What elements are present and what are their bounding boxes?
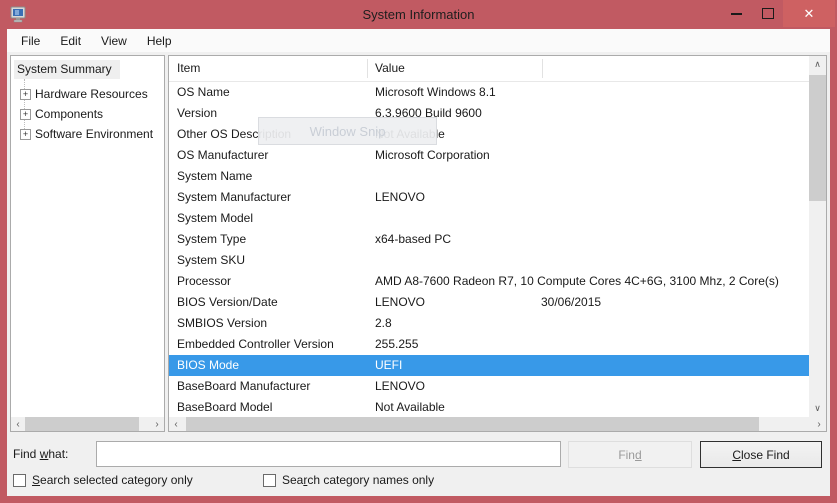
ghost-label: Window Snip <box>310 124 386 139</box>
table-row-selected[interactable]: BIOS ModeUEFI <box>169 355 809 376</box>
checkbox-label: Search category names only <box>282 473 434 487</box>
column-divider[interactable] <box>542 59 543 78</box>
scroll-right-icon[interactable]: › <box>812 417 826 431</box>
column-header-item[interactable]: Item <box>177 56 200 81</box>
checkbox-label: Search selected category only <box>32 473 193 487</box>
menu-bar: File Edit View Help <box>7 29 830 52</box>
row-value: Not Available <box>375 124 807 145</box>
table-row[interactable]: System Model <box>169 208 809 229</box>
maximize-icon <box>762 8 774 19</box>
list-vertical-scrollbar[interactable]: ∧ ∨ <box>809 56 826 417</box>
expand-plus-icon[interactable]: + <box>20 109 31 120</box>
scrollbar-thumb[interactable] <box>809 75 826 201</box>
table-row[interactable]: BIOS Version/DateLENOVO30/06/2015 <box>169 292 809 313</box>
row-value: 255.255 <box>375 334 807 355</box>
scroll-up-icon[interactable]: ∧ <box>809 56 826 73</box>
row-value: UEFI <box>375 355 807 376</box>
row-item: System Name <box>177 166 371 187</box>
table-row[interactable]: System Name <box>169 166 809 187</box>
list-header: Item Value <box>169 56 809 82</box>
window-title: System Information <box>0 0 837 29</box>
details-list: Item Value OS NameMicrosoft Windows 8.1 … <box>168 55 827 432</box>
expand-plus-icon[interactable]: + <box>20 129 31 140</box>
system-information-window: System Information ✕ File Edit View Help… <box>0 0 837 503</box>
window-controls: ✕ <box>721 0 835 27</box>
table-row[interactable]: OS ManufacturerMicrosoft Corporation <box>169 145 809 166</box>
table-row[interactable]: SMBIOS Version2.8 <box>169 313 809 334</box>
row-value: Not Available <box>375 397 807 417</box>
row-item: System SKU <box>177 250 371 271</box>
row-value: AMD A8-7600 Radeon R7, 10 Compute Cores … <box>375 271 807 292</box>
tree-item-label: System Summary <box>17 62 112 76</box>
close-icon: ✕ <box>804 6 815 22</box>
tree-item-label: Software Environment <box>35 126 153 142</box>
row-item: BIOS Mode <box>177 355 371 376</box>
row-value: Microsoft Corporation <box>375 145 807 166</box>
row-value: Microsoft Windows 8.1 <box>375 82 807 103</box>
title-bar[interactable]: System Information ✕ <box>0 0 837 29</box>
column-header-value[interactable]: Value <box>375 56 405 81</box>
table-row[interactable]: ProcessorAMD A8-7600 Radeon R7, 10 Compu… <box>169 271 809 292</box>
tree-item-system-summary[interactable]: System Summary <box>14 60 120 79</box>
row-item: OS Name <box>177 82 371 103</box>
scroll-right-icon[interactable]: › <box>150 417 164 431</box>
checkbox-icon[interactable] <box>13 474 26 487</box>
row-item: BaseBoard Model <box>177 397 371 417</box>
row-item: System Type <box>177 229 371 250</box>
close-button[interactable]: ✕ <box>783 0 835 27</box>
menu-edit[interactable]: Edit <box>50 29 91 52</box>
row-value: 6.3.9600 Build 9600 <box>375 103 807 124</box>
scroll-left-icon[interactable]: ‹ <box>169 417 183 431</box>
table-row[interactable]: BaseBoard ModelNot Available <box>169 397 809 417</box>
table-row[interactable]: System Typex64-based PC <box>169 229 809 250</box>
table-row[interactable]: BaseBoard ManufacturerLENOVO <box>169 376 809 397</box>
checkbox-icon[interactable] <box>263 474 276 487</box>
table-row[interactable]: OS NameMicrosoft Windows 8.1 <box>169 82 809 103</box>
menu-help[interactable]: Help <box>137 29 182 52</box>
category-tree: System Summary + Hardware Resources + Co… <box>10 55 165 432</box>
scroll-left-icon[interactable]: ‹ <box>11 417 25 431</box>
scroll-down-icon[interactable]: ∨ <box>809 400 826 417</box>
table-row[interactable]: System SKU <box>169 250 809 271</box>
tree-item-label: Hardware Resources <box>35 86 148 102</box>
row-item: OS Manufacturer <box>177 145 371 166</box>
find-what-label: Find what: <box>13 447 68 461</box>
search-category-names-checkbox[interactable]: Search category names only <box>263 473 434 487</box>
maximize-button[interactable] <box>752 0 783 27</box>
row-item: System Manufacturer <box>177 187 371 208</box>
minimize-button[interactable] <box>721 0 752 27</box>
scrollbar-thumb[interactable] <box>25 417 139 431</box>
column-divider[interactable] <box>367 59 368 78</box>
row-item: Processor <box>177 271 371 292</box>
row-value: LENOVO <box>375 187 807 208</box>
row-value: LENOVO30/06/2015 <box>375 292 807 313</box>
row-item: SMBIOS Version <box>177 313 371 334</box>
tree-horizontal-scrollbar[interactable]: ‹ › <box>11 417 164 431</box>
find-button[interactable]: Find <box>568 441 692 468</box>
search-selected-category-checkbox[interactable]: Search selected category only <box>13 473 193 487</box>
window-snip-ghost: Window Snip <box>258 117 437 145</box>
expand-plus-icon[interactable]: + <box>20 89 31 100</box>
table-row[interactable]: Embedded Controller Version255.255 <box>169 334 809 355</box>
menu-view[interactable]: View <box>91 29 137 52</box>
table-row[interactable]: System ManufacturerLENOVO <box>169 187 809 208</box>
close-find-button[interactable]: Close Find <box>700 441 822 468</box>
minimize-icon <box>731 13 742 15</box>
row-item: Embedded Controller Version <box>177 334 371 355</box>
row-value: LENOVO <box>375 376 807 397</box>
tree-connector-line <box>24 79 25 133</box>
row-item: BIOS Version/Date <box>177 292 371 313</box>
row-item: System Model <box>177 208 371 229</box>
menu-file[interactable]: File <box>11 29 50 52</box>
find-input[interactable] <box>96 441 561 467</box>
list-horizontal-scrollbar[interactable]: ‹ › <box>169 417 826 431</box>
tree-item-label: Components <box>35 106 103 122</box>
row-value: x64-based PC <box>375 229 807 250</box>
scrollbar-thumb[interactable] <box>186 417 759 431</box>
row-item: BaseBoard Manufacturer <box>177 376 371 397</box>
row-value: 2.8 <box>375 313 807 334</box>
